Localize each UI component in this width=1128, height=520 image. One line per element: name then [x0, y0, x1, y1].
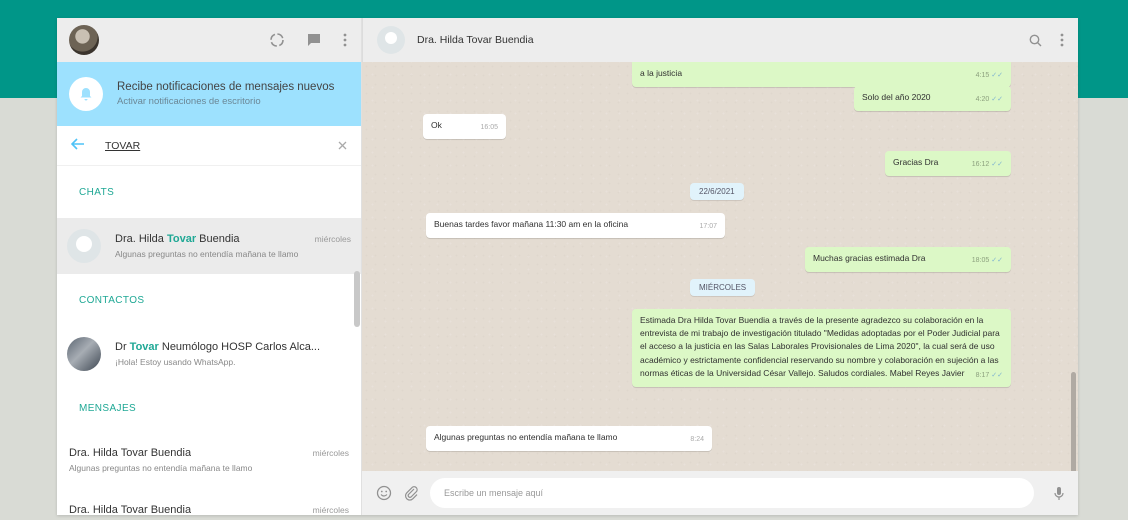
message-time: 16:12 [971, 161, 990, 168]
sidebar: Recibe notificaciones de mensajes nuevos… [57, 18, 362, 515]
chat-name: Dra. Hilda Tovar Buendia [115, 232, 240, 245]
message-text: Ok [431, 120, 442, 130]
message-text: Buenas tardes favor mañana 11:30 am en l… [434, 219, 629, 229]
attach-paperclip-icon[interactable] [404, 485, 418, 501]
message-bubble-in[interactable]: Buenas tardes favor mañana 11:30 am en l… [426, 213, 725, 238]
back-arrow-icon[interactable] [70, 137, 91, 154]
search-input[interactable]: TOVAR [105, 140, 338, 152]
message-text: Gracias Dra [893, 157, 939, 167]
read-ticks-icon: ✓✓ [991, 72, 1003, 79]
conversation-scrollbar[interactable] [1071, 372, 1076, 471]
sidebar-header [57, 18, 361, 62]
notification-subtitle[interactable]: Activar notificaciones de escritorio [117, 96, 334, 107]
message-result-item[interactable]: Dra. Hilda Tovar Buendia miércoles [57, 486, 361, 515]
search-bar: TOVAR [57, 126, 361, 166]
message-sender: Dra. Hilda Tovar Buendia [69, 504, 192, 515]
menu-kebab-icon[interactable] [1060, 33, 1064, 47]
conversation-panel: Dra. Hilda Tovar Buendia a la justicia 4… [362, 18, 1078, 515]
message-time: miércoles [312, 448, 349, 458]
message-result-item[interactable]: Dra. Hilda Tovar Buendia miércoles Algun… [57, 434, 361, 486]
message-time: 4:15 [975, 72, 990, 79]
message-bubble-out[interactable]: Muchas gracias estimada Dra 18:05 ✓✓ [805, 247, 1011, 272]
new-chat-icon[interactable] [307, 33, 321, 47]
read-ticks-icon: ✓✓ [991, 161, 1003, 168]
conversation-header[interactable]: Dra. Hilda Tovar Buendia [362, 18, 1078, 62]
search-icon[interactable] [1029, 33, 1042, 47]
message-time: 4:20 [975, 96, 990, 103]
search-results: CHATS Dra. Hilda Tovar Buendia miércoles… [57, 166, 361, 515]
message-bubble-out[interactable]: a la justicia 4:15 ✓✓ [632, 62, 1011, 87]
chat-time: miércoles [314, 233, 351, 244]
default-avatar-icon [67, 229, 101, 263]
message-text: Estimada Dra Hilda Tovar Buendia a travé… [640, 315, 1000, 378]
message-bubble-out[interactable]: Estimada Dra Hilda Tovar Buendia a travé… [632, 309, 1011, 387]
status-icon[interactable] [269, 32, 285, 48]
chat-result-item[interactable]: Dra. Hilda Tovar Buendia miércoles Algun… [57, 218, 361, 274]
notification-title: Recibe notificaciones de mensajes nuevos [117, 81, 335, 93]
message-text: Solo del año 2020 [862, 92, 931, 102]
message-time: 16:05 [480, 124, 498, 131]
message-time: 8:17 [975, 371, 990, 379]
microphone-icon[interactable] [1054, 486, 1064, 501]
message-time: miércoles [312, 505, 349, 515]
section-messages-label: MENSAJES [57, 382, 361, 434]
bell-icon [69, 77, 103, 111]
message-bubble-in[interactable]: Ok 16:05 [423, 114, 506, 139]
read-ticks-icon: ✓✓ [991, 96, 1003, 103]
message-time: 8:24 [690, 436, 704, 443]
date-separator: MIÉRCOLES [690, 279, 756, 296]
clear-search-icon[interactable] [338, 139, 347, 153]
notification-banner[interactable]: Recibe notificaciones de mensajes nuevos… [57, 62, 361, 126]
message-preview: Algunas preguntas no entendía mañana te … [69, 463, 253, 473]
contact-name: Dr Tovar Neumólogo HOSP Carlos Alca... [115, 340, 321, 353]
conversation-avatar[interactable] [377, 26, 405, 54]
menu-kebab-icon[interactable] [343, 33, 347, 47]
message-text: Muchas gracias estimada Dra [813, 253, 926, 263]
emoji-icon[interactable] [376, 485, 392, 501]
date-separator: 22/6/2021 [690, 183, 744, 200]
contact-avatar [67, 337, 101, 371]
conversation-title[interactable]: Dra. Hilda Tovar Buendia [417, 34, 1029, 46]
message-bubble-out[interactable]: Gracias Dra 16:12 ✓✓ [885, 151, 1011, 176]
message-time: 18:05 [971, 257, 990, 264]
read-ticks-icon: ✓✓ [991, 371, 1003, 379]
message-list: a la justicia 4:15 ✓✓ Solo del año 2020 4… [362, 62, 1078, 471]
section-chats-label: CHATS [57, 166, 361, 218]
message-input[interactable]: Escribe un mensaje aquí [430, 478, 1034, 508]
my-avatar[interactable] [69, 25, 99, 55]
contact-status: ¡Hola! Estoy usando WhatsApp. [115, 356, 236, 367]
contact-result-item[interactable]: Dr Tovar Neumólogo HOSP Carlos Alca... ¡… [57, 326, 361, 382]
message-time: 17:07 [699, 223, 717, 230]
chat-preview: Algunas preguntas no entendía mañana te … [115, 248, 299, 259]
whatsapp-web-window: Recibe notificaciones de mensajes nuevos… [57, 18, 1078, 515]
section-contacts-label: CONTACTOS [57, 274, 361, 326]
message-text: a la justicia [640, 68, 683, 78]
message-bubble-out[interactable]: Solo del año 2020 4:20 ✓✓ [854, 86, 1011, 111]
sidebar-scrollbar[interactable] [354, 271, 360, 327]
message-text: Algunas preguntas no entendía mañana te … [434, 432, 618, 442]
message-bubble-in[interactable]: Algunas preguntas no entendía mañana te … [426, 426, 712, 451]
read-ticks-icon: ✓✓ [991, 257, 1003, 264]
message-sender: Dra. Hilda Tovar Buendia [69, 447, 192, 459]
message-composer: Escribe un mensaje aquí [362, 471, 1078, 515]
